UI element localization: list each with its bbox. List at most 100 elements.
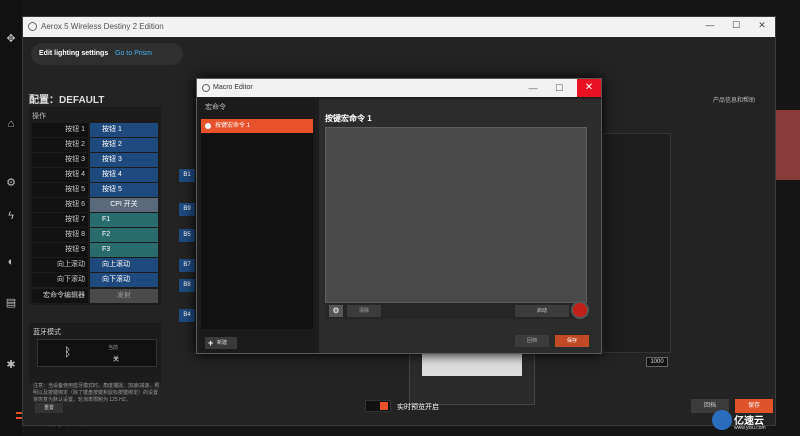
op-value[interactable]: F3 xyxy=(90,243,158,257)
op-label: 按钮 9 xyxy=(32,243,88,257)
live-preview-toggle[interactable] xyxy=(365,400,391,412)
nav-pin-icon[interactable]: ◐ xyxy=(4,256,18,270)
op-row[interactable]: 按钮 4 按钮 4 xyxy=(32,168,158,182)
macro-list-pane: 宏命令 按键宏命令 1 + 新建 xyxy=(199,99,315,353)
clear-button[interactable]: 清除 xyxy=(347,305,381,317)
live-preview[interactable]: 实时预览开启 xyxy=(365,399,495,413)
config-title: 配置：DEFAULT xyxy=(29,95,105,106)
left-nav: ✥ ⌂ ⚙ ϟ ◐ ▤ ✱ xyxy=(0,0,22,436)
op-row[interactable]: 按钮 9 F3 xyxy=(32,243,158,257)
nav-bolt-icon[interactable]: ϟ xyxy=(4,210,18,224)
op-row[interactable]: 按钮 7 F1 xyxy=(32,213,158,227)
op-label: 按钮 6 xyxy=(32,198,88,212)
op-row[interactable]: 按钮 3 按钮 3 xyxy=(32,153,158,167)
op-label: 按钮 2 xyxy=(32,138,88,152)
op-row[interactable]: 按钮 1 按钮 1 xyxy=(32,123,158,137)
dpi-value[interactable]: 1000 xyxy=(646,357,668,367)
op-row[interactable]: 按钮 5 按钮 5 xyxy=(32,183,158,197)
new-macro-button[interactable]: + 新建 xyxy=(205,337,237,349)
button-chip[interactable]: B8 xyxy=(179,279,195,292)
macro-save-button[interactable]: 保存 xyxy=(555,335,589,347)
sensitivity-panel xyxy=(409,349,535,405)
op-value[interactable]: 向上滚动 xyxy=(90,258,158,272)
go-to-prism-link[interactable]: Go to Prism xyxy=(115,50,152,57)
nav-mouse-icon[interactable]: ✥ xyxy=(4,32,18,46)
button-chip[interactable]: B9 xyxy=(179,203,195,216)
bluetooth-state-label: 当前 xyxy=(108,345,119,351)
reset-button[interactable]: 重置 xyxy=(35,403,63,413)
op-row[interactable]: 宏命令编辑器 发射 xyxy=(32,289,158,303)
nav-shield-icon[interactable]: ⚙ xyxy=(4,176,18,190)
op-row[interactable]: 按钮 6 CPI 开关 xyxy=(32,198,158,212)
op-row[interactable]: 按钮 8 F2 xyxy=(32,228,158,242)
op-label: 按钮 8 xyxy=(32,228,88,242)
macro-title: Macro Editor xyxy=(213,84,253,91)
macro-item-dot-icon xyxy=(205,123,211,129)
nav-settings-icon[interactable]: ✱ xyxy=(4,358,18,372)
op-label: 宏命令编辑器 xyxy=(32,289,88,303)
macro-revert-button[interactable]: 回档 xyxy=(515,335,549,347)
bluetooth-icon: ᛒ xyxy=(64,345,72,359)
nav-home-icon[interactable]: ⌂ xyxy=(4,118,18,132)
background-chart-panel xyxy=(603,133,671,353)
watermark: 亿速云 www.yisu.com xyxy=(712,410,798,434)
watermark-logo-icon xyxy=(712,410,732,430)
close-button[interactable]: ✕ xyxy=(755,20,769,34)
op-value[interactable]: 按钮 4 xyxy=(90,168,158,182)
macro-minimize-button[interactable]: — xyxy=(525,81,541,95)
macro-list-item[interactable]: 按键宏命令 1 xyxy=(201,119,313,133)
op-value[interactable]: F1 xyxy=(90,213,158,227)
button-chip[interactable]: B7 xyxy=(179,259,195,272)
op-label: 按钮 5 xyxy=(32,183,88,197)
bluetooth-state-value: 关 xyxy=(113,357,120,363)
button-chip[interactable]: B5 xyxy=(179,229,195,242)
button-chip[interactable]: B1 xyxy=(179,169,195,182)
title-bar: Aerox 5 Wireless Destiny 2 Edition — ☐ ✕ xyxy=(23,17,775,37)
bluetooth-note: 注意：当设备使用蓝牙模式时，角度捕捉、加速/减速、照明以及按键绑定（除了键盘按键… xyxy=(33,383,160,403)
op-value[interactable]: 按钮 2 xyxy=(90,138,158,152)
new-macro-label: 新建 xyxy=(217,340,228,346)
macro-close-button[interactable]: ✕ xyxy=(577,79,601,97)
macro-list: 按键宏命令 1 xyxy=(201,119,313,329)
op-label: 向上滚动 xyxy=(32,258,88,272)
button-chip[interactable]: B4 xyxy=(179,309,195,322)
op-value[interactable]: 按钮 5 xyxy=(90,183,158,197)
op-row[interactable]: 按钮 2 按钮 2 xyxy=(32,138,158,152)
record-button[interactable] xyxy=(571,301,589,319)
bluetooth-toggle[interactable]: ᛒ 当前 关 xyxy=(37,339,157,367)
op-label: 按钮 1 xyxy=(32,123,88,137)
bluetooth-panel: 蓝牙模式 ᛒ 当前 关 xyxy=(29,323,161,383)
op-row[interactable]: 向下滚动 向下滚动 xyxy=(32,273,158,287)
op-value[interactable]: 发射 xyxy=(90,289,158,303)
macro-events-area[interactable] xyxy=(325,127,587,303)
operations-panel: 操作 按钮 1 按钮 1 按钮 2 按钮 2 按钮 3 按钮 3 按钮 4 按钮… xyxy=(29,107,161,305)
op-value[interactable]: F2 xyxy=(90,228,158,242)
op-label: 按钮 3 xyxy=(32,153,88,167)
op-value[interactable]: 向下滚动 xyxy=(90,273,158,287)
op-row[interactable]: 向上滚动 向上滚动 xyxy=(32,258,158,272)
macro-name: 按键宏命令 1 xyxy=(325,114,372,123)
op-label: 按钮 4 xyxy=(32,168,88,182)
maximize-button[interactable]: ☐ xyxy=(729,20,743,34)
macro-maximize-button[interactable]: ☐ xyxy=(551,81,567,95)
minimize-button[interactable]: — xyxy=(703,20,717,34)
edit-lighting-tab[interactable]: Edit lighting settings xyxy=(39,50,108,57)
op-label: 向下滚动 xyxy=(32,273,88,287)
bluetooth-title: 蓝牙模式 xyxy=(33,329,61,336)
start-button[interactable]: 启动 xyxy=(515,305,569,317)
macro-editor-dialog: Macro Editor — ☐ ✕ 宏命令 按键宏命令 1 + 新建 按键宏命… xyxy=(196,78,602,354)
macro-app-icon xyxy=(202,84,210,92)
macro-title-bar: Macro Editor — ☐ ✕ xyxy=(197,79,601,97)
macro-toolbar: ⚙ 清除 启动 xyxy=(325,301,589,319)
sensitivity-curve xyxy=(422,354,522,376)
macro-item-label: 按键宏命令 1 xyxy=(215,123,251,129)
nav-grid-icon[interactable]: ▤ xyxy=(4,296,18,310)
op-value[interactable]: 按钮 3 xyxy=(90,153,158,167)
op-value[interactable]: CPI 开关 xyxy=(90,198,158,212)
app-icon xyxy=(28,22,37,31)
color-strip xyxy=(775,110,800,180)
gear-icon[interactable]: ⚙ xyxy=(329,305,343,317)
op-value[interactable]: 按钮 1 xyxy=(90,123,158,137)
product-info-link[interactable]: 产品信息和帮助 xyxy=(713,95,755,104)
macro-detail-pane: 按键宏命令 1 ⚙ 清除 启动 回档 保存 xyxy=(319,99,601,353)
